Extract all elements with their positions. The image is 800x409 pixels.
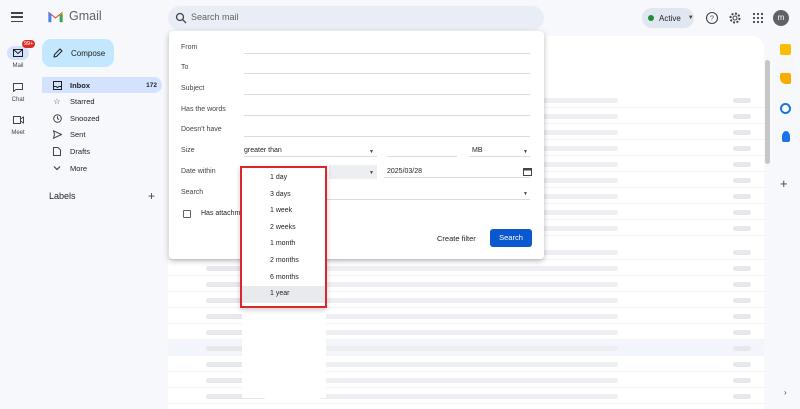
date-within-dropdown: 1 day 3 days 1 week 2 weeks 1 month 2 mo… <box>240 166 327 308</box>
date-option[interactable]: 1 day <box>242 170 325 187</box>
status-label: Active <box>659 13 681 23</box>
account-avatar[interactable]: m <box>773 10 789 26</box>
add-addon-icon[interactable]: + <box>780 176 788 191</box>
add-label-icon[interactable]: + <box>148 189 155 203</box>
mail-icon: 99+ <box>7 40 36 60</box>
dropdown-arrow-icon: ▼ <box>369 170 374 176</box>
calendar-picker-icon[interactable] <box>523 167 532 176</box>
from-input[interactable] <box>244 53 530 54</box>
nav-item-inbox[interactable]: Inbox 172 <box>42 77 162 93</box>
nav-label: Starred <box>70 96 95 106</box>
app-name: Gmail <box>69 9 102 23</box>
subject-label: Subject <box>181 85 205 92</box>
send-icon <box>52 129 62 139</box>
compose-label: Compose <box>71 48 106 58</box>
compose-button[interactable]: Compose <box>42 39 114 67</box>
inbox-icon <box>52 80 62 90</box>
chat-icon <box>7 80 29 94</box>
draft-icon <box>52 146 62 156</box>
has-attachment-checkbox[interactable] <box>183 210 191 218</box>
inbox-count: 172 <box>146 81 157 89</box>
size-value-input[interactable] <box>387 156 457 157</box>
date-option[interactable]: 2 weeks <box>242 220 325 237</box>
search-icon[interactable] <box>175 12 187 24</box>
search-placeholder: Search mail <box>191 12 239 22</box>
date-option[interactable]: 1 week <box>242 203 325 220</box>
date-option[interactable]: 6 months <box>242 270 325 287</box>
advanced-search-panel: From To Subject Has the words Doesn't ha… <box>169 31 544 259</box>
rail-label: Mail <box>12 63 24 69</box>
gmail-logo[interactable]: Gmail <box>47 9 102 23</box>
settings-gear-icon[interactable] <box>728 11 742 25</box>
nav-item-more[interactable]: More <box>42 160 162 176</box>
search-button[interactable]: Search <box>490 229 532 247</box>
chevron-right-icon[interactable]: › <box>784 388 787 397</box>
from-label: From <box>181 44 198 51</box>
nav-label: Drafts <box>70 146 91 156</box>
rail-label: Chat <box>11 97 25 103</box>
date-option[interactable]: 1 month <box>242 236 325 253</box>
search-scope-label: Search <box>181 189 204 196</box>
date-within-label: Date within <box>181 168 216 175</box>
search-scope-underline <box>324 199 530 200</box>
labels-heading: Labels <box>49 191 76 201</box>
create-filter-button[interactable]: Create filter <box>437 234 476 243</box>
pencil-icon <box>53 48 63 58</box>
gmail-m-icon <box>48 11 63 22</box>
rail-item-mail[interactable]: 99+ Mail <box>0 40 36 69</box>
svg-text:?: ? <box>710 16 714 23</box>
has-words-label: Has the words <box>181 106 226 113</box>
nav-label: More <box>70 163 88 173</box>
subject-input[interactable] <box>244 94 530 95</box>
doesnt-have-input[interactable] <box>244 136 530 137</box>
rail-item-chat[interactable]: Chat <box>0 80 36 103</box>
date-value[interactable]: 2025/03/28 <box>387 168 422 175</box>
dropdown-shadow-area <box>242 308 326 398</box>
date-underline <box>384 177 530 178</box>
size-unit-underline <box>469 156 530 157</box>
size-operator-value: greater than <box>244 147 282 154</box>
to-input[interactable] <box>244 73 530 74</box>
nav-item-drafts[interactable]: Drafts <box>42 143 162 159</box>
apps-grid-icon[interactable] <box>751 11 765 25</box>
main-menu-icon[interactable] <box>11 12 23 22</box>
contacts-icon[interactable] <box>782 131 790 142</box>
date-option[interactable]: 2 months <box>242 253 325 270</box>
dropdown-arrow-icon: ▼ <box>523 191 528 197</box>
video-camera-icon <box>7 113 29 127</box>
nav-label: Sent <box>70 129 86 139</box>
star-icon: ☆ <box>53 96 61 106</box>
calendar-icon[interactable] <box>780 44 791 55</box>
nav-item-starred[interactable]: ☆ Starred <box>42 93 162 109</box>
date-option-selected[interactable]: 1 year <box>242 286 325 303</box>
search-bar[interactable]: Search mail <box>168 6 544 30</box>
help-icon[interactable]: ? <box>705 11 719 25</box>
size-operator-underline <box>244 156 377 157</box>
date-option[interactable]: 3 days <box>242 187 325 204</box>
dropdown-arrow-icon: ▼ <box>523 149 528 155</box>
doesnt-have-label: Doesn't have <box>181 126 222 133</box>
tasks-icon[interactable] <box>780 103 791 114</box>
keep-icon[interactable] <box>780 73 791 84</box>
chevron-down-icon <box>52 163 62 173</box>
size-label: Size <box>181 147 195 154</box>
rail-item-meet[interactable]: Meet <box>0 113 36 136</box>
rail-label: Meet <box>11 130 25 136</box>
clock-icon <box>52 113 62 123</box>
chevron-down-icon: ▼ <box>687 15 694 21</box>
dropdown-arrow-icon: ▼ <box>369 149 374 155</box>
nav-label: Snoozed <box>70 113 100 123</box>
nav-item-sent[interactable]: Sent <box>42 126 162 142</box>
size-unit-value: MB <box>472 147 483 154</box>
nav-item-snoozed[interactable]: Snoozed <box>42 110 162 126</box>
status-dot-icon <box>648 15 654 21</box>
to-label: To <box>181 64 189 71</box>
mail-badge: 99+ <box>22 40 36 48</box>
scrollbar[interactable] <box>765 60 770 164</box>
has-words-input[interactable] <box>244 115 530 116</box>
nav-label: Inbox <box>70 80 90 90</box>
status-selector[interactable]: Active ▼ <box>642 8 694 28</box>
